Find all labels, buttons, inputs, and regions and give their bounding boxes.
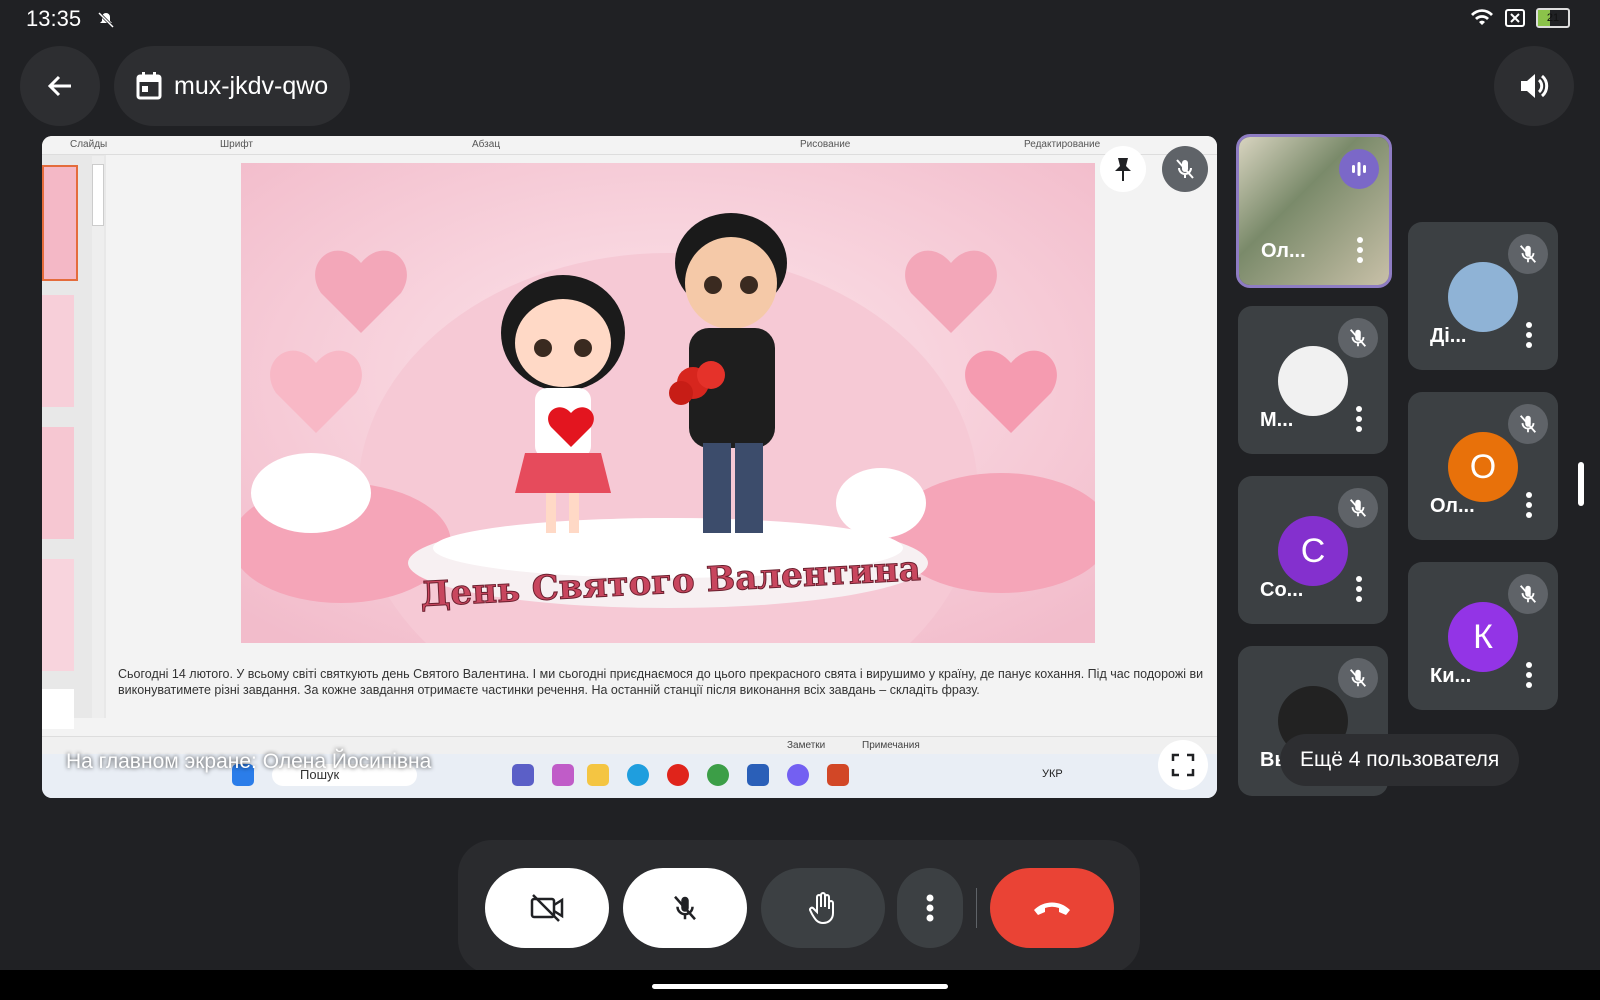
comments-toggle[interactable]: Примечания — [862, 740, 920, 751]
more-vert-icon — [926, 894, 934, 922]
volume-icon — [1521, 74, 1549, 98]
participant-name: Ки... — [1430, 665, 1472, 687]
sim-icon — [1505, 9, 1525, 27]
participant-tile[interactable]: С Со... — [1238, 476, 1388, 624]
chrome-icon[interactable] — [707, 764, 729, 786]
tiles-scrollbar[interactable] — [1578, 462, 1584, 506]
slide-thumb[interactable] — [42, 427, 74, 539]
mic-off-icon — [1508, 404, 1548, 444]
notes-toggle[interactable]: Заметки — [787, 740, 825, 751]
calendar-icon — [136, 72, 162, 100]
pin-icon — [1115, 158, 1131, 181]
wifi-icon — [1471, 9, 1493, 25]
speaker-notes: Сьогодні 14 лютого. У всьому світі святк… — [118, 667, 1204, 697]
powerpoint-icon[interactable] — [827, 764, 849, 786]
thumbnail-scrollbar[interactable] — [92, 156, 104, 718]
more-options-button[interactable] — [897, 868, 963, 948]
participant-name: Ол... — [1430, 495, 1475, 517]
hang-up-icon — [1034, 902, 1070, 915]
participant-avatar — [1278, 346, 1348, 416]
participant-avatar: С — [1278, 516, 1348, 586]
ribbon-group-editing: Редактирование — [1024, 139, 1101, 150]
status-icons: 21 — [1470, 8, 1570, 28]
ribbon-group-slides: Слайды — [70, 139, 108, 150]
participant-tile[interactable]: О Ол... — [1408, 392, 1558, 540]
slide-canvas: День Святого Валентина — [241, 163, 1095, 643]
mic-off-icon — [1338, 318, 1378, 358]
raise-hand-button[interactable] — [761, 868, 885, 948]
speaker-button[interactable] — [1494, 46, 1574, 126]
arrow-left-icon — [47, 75, 71, 97]
more-vert-icon[interactable] — [1526, 662, 1532, 688]
more-vert-icon[interactable] — [1356, 576, 1362, 602]
participant-name: Ол... — [1261, 240, 1306, 262]
viber-icon[interactable] — [787, 764, 809, 786]
slide-thumb[interactable] — [42, 165, 78, 281]
participant-tile[interactable]: К Ки... — [1408, 562, 1558, 710]
back-button[interactable] — [20, 46, 100, 126]
camera-toggle-button[interactable] — [485, 868, 609, 948]
presenter-caption: На главном экране: Олена Йосипівна — [66, 750, 432, 773]
more-vert-icon[interactable] — [1356, 406, 1362, 432]
taskbar-lang[interactable]: УКР — [1042, 768, 1063, 780]
mic-off-icon — [1176, 159, 1194, 179]
edge-icon[interactable] — [627, 764, 649, 786]
fullscreen-icon — [1171, 753, 1195, 777]
opera-icon[interactable] — [667, 764, 689, 786]
participant-avatar: О — [1448, 432, 1518, 502]
slide-thumb[interactable] — [42, 689, 74, 729]
camera-off-icon — [530, 894, 564, 922]
more-vert-icon[interactable] — [1357, 237, 1363, 263]
mic-off-icon — [1508, 234, 1548, 274]
pin-button[interactable] — [1100, 146, 1146, 192]
end-call-button[interactable] — [990, 868, 1114, 948]
status-time: 13:35 — [26, 6, 82, 31]
participant-tile[interactable]: М... — [1238, 306, 1388, 454]
more-users-button[interactable]: Ещё 4 пользователя — [1280, 734, 1520, 786]
mic-off-icon — [1338, 488, 1378, 528]
battery-level: 21 — [1546, 12, 1560, 24]
mic-off-icon — [674, 895, 696, 921]
folder-icon[interactable] — [587, 764, 609, 786]
meeting-code: mux-jkdv-qwo — [174, 71, 329, 100]
participant-name: М... — [1260, 409, 1294, 431]
slide-illustration: День Святого Валентина — [241, 163, 1095, 643]
hand-icon — [809, 892, 834, 925]
participant-name: Со... — [1260, 579, 1304, 601]
mic-toggle-button[interactable] — [623, 868, 747, 948]
screen-share[interactable]: Слайды Шрифт Абзац Рисование Редактирова… — [42, 136, 1217, 798]
more-vert-icon[interactable] — [1526, 322, 1532, 348]
participant-name: Ді... — [1430, 325, 1467, 347]
ribbon-group-paragraph: Абзац — [472, 139, 501, 150]
more-vert-icon[interactable] — [1526, 492, 1532, 518]
slide-thumb[interactable] — [42, 295, 74, 407]
participant-avatar — [1448, 262, 1518, 332]
meeting-info-button[interactable]: mux-jkdv-qwo — [114, 46, 351, 126]
presenter-mic-button[interactable] — [1162, 146, 1208, 192]
battery-icon: 21 — [1536, 8, 1570, 28]
teams-icon[interactable] — [512, 764, 534, 786]
ribbon-group-font: Шрифт — [220, 139, 253, 150]
participant-tile[interactable]: Ол... — [1236, 134, 1392, 288]
copilot-icon[interactable] — [552, 764, 574, 786]
store-icon[interactable] — [747, 764, 769, 786]
ribbon-group-drawing: Рисование — [800, 139, 851, 150]
mic-off-icon — [1338, 658, 1378, 698]
slide-thumb[interactable] — [42, 559, 74, 671]
home-indicator[interactable] — [652, 984, 948, 989]
speaking-indicator-icon — [1339, 149, 1379, 189]
participant-avatar: К — [1448, 602, 1518, 672]
mic-off-icon — [1508, 574, 1548, 614]
fullscreen-button[interactable] — [1158, 740, 1208, 790]
dnd-icon — [96, 10, 116, 35]
participant-tile[interactable]: Ді... — [1408, 222, 1558, 370]
ppt-ribbon: Слайды Шрифт Абзац Рисование Редактирова… — [42, 136, 1217, 155]
controls-divider — [976, 888, 977, 928]
